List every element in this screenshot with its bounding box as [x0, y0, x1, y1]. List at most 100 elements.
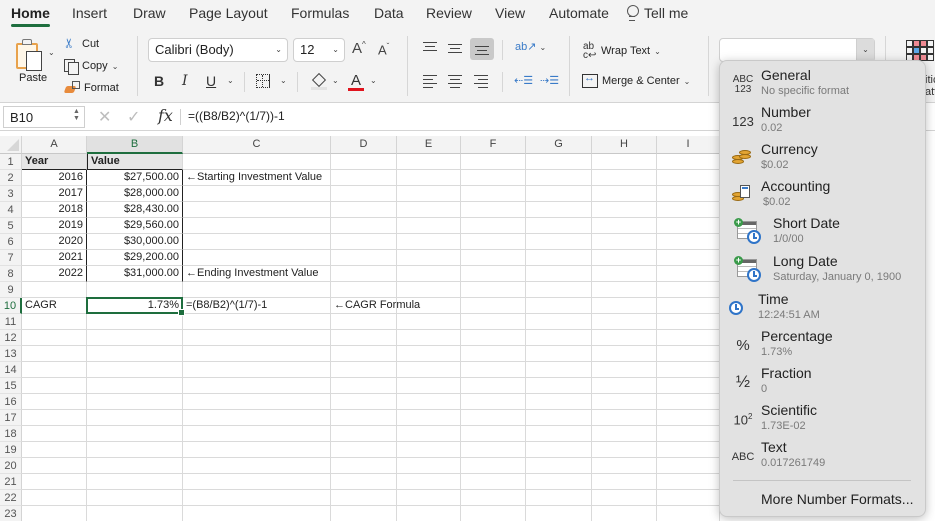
tab-review[interactable]: Review — [426, 5, 472, 21]
cell-d17[interactable] — [331, 410, 397, 426]
paste-dropdown-chevron-icon[interactable]: ⌄ — [48, 48, 55, 57]
cell-d11[interactable] — [331, 314, 397, 330]
cell-e21[interactable] — [397, 474, 461, 490]
cell-g10[interactable] — [526, 298, 592, 314]
menu-item-text[interactable]: ABC Text 0.017261749 — [720, 438, 925, 475]
row-header-20[interactable]: 20 — [0, 458, 22, 474]
more-number-formats-button[interactable]: More Number Formats... — [761, 491, 913, 507]
cell-h10[interactable] — [592, 298, 657, 314]
cell-h19[interactable] — [592, 442, 657, 458]
cell-h22[interactable] — [592, 490, 657, 506]
column-header-e[interactable]: E — [397, 136, 461, 154]
cell-f3[interactable] — [461, 186, 526, 202]
cell-g23[interactable] — [526, 506, 592, 521]
cell-d12[interactable] — [331, 330, 397, 346]
row-header-13[interactable]: 13 — [0, 346, 22, 362]
cell-g9[interactable] — [526, 282, 592, 298]
row-header-19[interactable]: 19 — [0, 442, 22, 458]
cell-g6[interactable] — [526, 234, 592, 250]
fill-color-icon[interactable] — [311, 73, 327, 91]
cell-i13[interactable] — [657, 346, 720, 362]
cell-e2[interactable] — [397, 170, 461, 186]
cell-b7[interactable]: $29,200.00 — [87, 250, 183, 266]
row-header-9[interactable]: 9 — [0, 282, 22, 298]
row-header-5[interactable]: 5 — [0, 218, 22, 234]
cell-h12[interactable] — [592, 330, 657, 346]
cell-i16[interactable] — [657, 394, 720, 410]
cell-h8[interactable] — [592, 266, 657, 282]
row-header-22[interactable]: 22 — [0, 490, 22, 506]
align-middle-icon[interactable] — [448, 44, 462, 56]
increase-indent-icon[interactable]: ⇢☰ — [540, 74, 559, 87]
cell-b3[interactable]: $28,000.00 — [87, 186, 183, 202]
cell-h5[interactable] — [592, 218, 657, 234]
cell-e22[interactable] — [397, 490, 461, 506]
cell-d16[interactable] — [331, 394, 397, 410]
cell-g8[interactable] — [526, 266, 592, 282]
cell-e14[interactable] — [397, 362, 461, 378]
cell-c8[interactable]: ←Ending Investment Value — [183, 266, 331, 282]
cell-d4[interactable] — [331, 202, 397, 218]
insert-function-icon[interactable]: fx — [158, 106, 173, 125]
cell-a16[interactable] — [22, 394, 87, 410]
cell-a17[interactable] — [22, 410, 87, 426]
underline-button[interactable]: U — [206, 73, 216, 89]
row-header-18[interactable]: 18 — [0, 426, 22, 442]
row-header-11[interactable]: 11 — [0, 314, 22, 330]
cell-b8[interactable]: $31,000.00 — [87, 266, 183, 282]
cell-g13[interactable] — [526, 346, 592, 362]
cell-f8[interactable] — [461, 266, 526, 282]
tab-formulas[interactable]: Formulas — [291, 5, 349, 21]
cell-a3[interactable]: 2017 — [22, 186, 87, 202]
number-format-select[interactable]: ⌄ — [719, 38, 875, 62]
menu-item-scientific[interactable]: 102 Scientific 1.73E-02 — [720, 401, 925, 438]
cell-d23[interactable] — [331, 506, 397, 521]
cell-e6[interactable] — [397, 234, 461, 250]
cell-b19[interactable] — [87, 442, 183, 458]
cell-i18[interactable] — [657, 426, 720, 442]
text-orientation-icon[interactable]: ab↗ ⌄ — [515, 40, 546, 53]
align-bottom-icon[interactable] — [475, 46, 489, 58]
cell-a9[interactable] — [22, 282, 87, 298]
cell-b17[interactable] — [87, 410, 183, 426]
cell-c21[interactable] — [183, 474, 331, 490]
cell-g12[interactable] — [526, 330, 592, 346]
cell-f12[interactable] — [461, 330, 526, 346]
cell-a19[interactable] — [22, 442, 87, 458]
cell-f13[interactable] — [461, 346, 526, 362]
cell-g15[interactable] — [526, 378, 592, 394]
conditional-formatting-label[interactable]: iticatt — [925, 74, 935, 98]
cell-b11[interactable] — [87, 314, 183, 330]
merge-center-button[interactable]: Merge & Center ⌄ — [582, 72, 690, 88]
bold-button[interactable]: B — [154, 73, 164, 89]
paste-button[interactable]: Paste — [19, 72, 47, 84]
cell-d9[interactable] — [331, 282, 397, 298]
cell-c11[interactable] — [183, 314, 331, 330]
cell-f21[interactable] — [461, 474, 526, 490]
cell-a15[interactable] — [22, 378, 87, 394]
cell-g2[interactable] — [526, 170, 592, 186]
cell-h13[interactable] — [592, 346, 657, 362]
cell-c18[interactable] — [183, 426, 331, 442]
cell-b9[interactable] — [87, 282, 183, 298]
menu-item-currency[interactable]: Currency $0.02 — [720, 140, 925, 177]
cell-e8[interactable] — [397, 266, 461, 282]
column-header-f[interactable]: F — [461, 136, 526, 154]
row-header-7[interactable]: 7 — [0, 250, 22, 266]
cell-a22[interactable] — [22, 490, 87, 506]
cell-d20[interactable] — [331, 458, 397, 474]
cell-a20[interactable] — [22, 458, 87, 474]
cell-c14[interactable] — [183, 362, 331, 378]
cell-i20[interactable] — [657, 458, 720, 474]
cell-d1[interactable] — [331, 154, 397, 170]
formula-input[interactable]: =((B8/B2)^(1/7))-1 — [188, 109, 285, 123]
cell-h6[interactable] — [592, 234, 657, 250]
increase-font-size-icon[interactable]: A^ — [352, 40, 366, 57]
format-painter-button[interactable]: Format — [64, 81, 119, 95]
tab-view[interactable]: View — [495, 5, 525, 21]
cell-i3[interactable] — [657, 186, 720, 202]
cell-i4[interactable] — [657, 202, 720, 218]
cell-i22[interactable] — [657, 490, 720, 506]
cell-a13[interactable] — [22, 346, 87, 362]
cell-c2[interactable]: ←Starting Investment Value — [183, 170, 331, 186]
